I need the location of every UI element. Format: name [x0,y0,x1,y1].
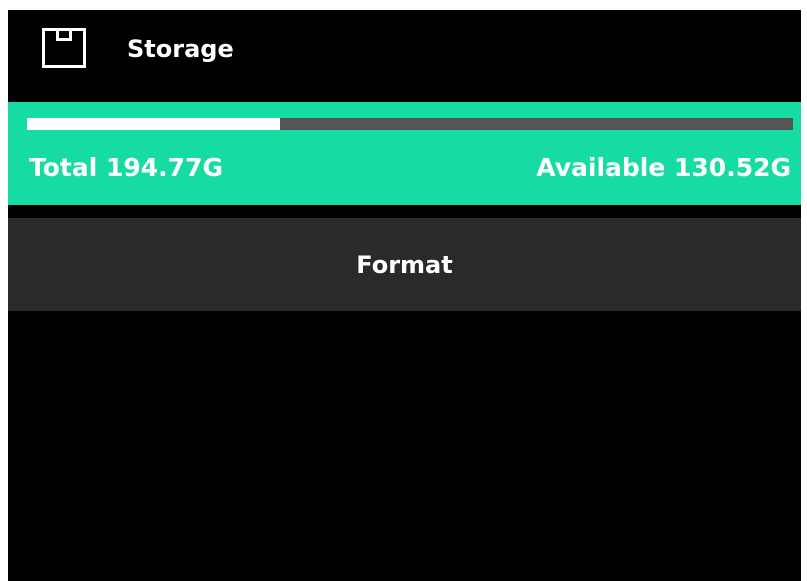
available-storage-label: Available 130.52G [536,153,791,182]
page-title: Storage [127,35,234,63]
storage-usage-bar [27,118,793,130]
floppy-disk-shutter [56,28,72,41]
storage-summary-panel: Total 194.77G Available 130.52G [8,102,801,205]
storage-screen: Storage Total 194.77G Available 130.52G … [8,10,801,581]
format-button[interactable]: Format [8,218,801,311]
floppy-disk-icon [42,28,86,68]
total-storage-label: Total 194.77G [29,153,223,182]
storage-usage-fill [27,118,280,130]
format-button-label: Format [356,250,453,279]
header-bar: Storage [8,10,801,102]
